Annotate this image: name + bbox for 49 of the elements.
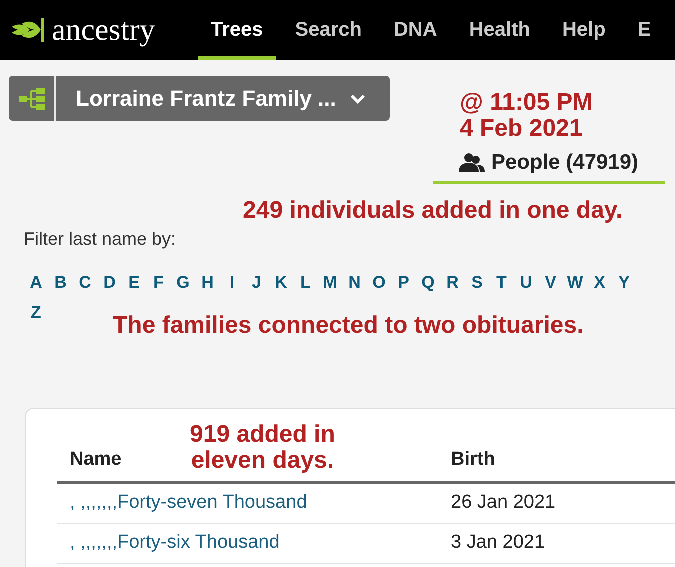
column-header[interactable]: Birth <box>451 449 496 470</box>
letter-link[interactable]: B <box>48 268 73 298</box>
nav-tab[interactable]: DNA <box>380 0 450 60</box>
tree-selector[interactable]: Lorraine Frantz Family ... <box>9 76 390 121</box>
letter-link[interactable]: W <box>563 268 588 298</box>
tree-icon <box>18 86 46 110</box>
letter-link[interactable]: G <box>171 268 196 298</box>
letter-link[interactable]: O <box>367 268 392 298</box>
filter-label: Filter last name by: <box>24 229 178 250</box>
nav-tab[interactable]: Help <box>549 0 619 60</box>
letter-link[interactable]: X <box>588 268 612 298</box>
annotation-text: 249 individuals added in one day. <box>243 198 623 224</box>
letter-link[interactable]: U <box>514 268 538 298</box>
letter-link[interactable]: Q <box>416 268 440 298</box>
annotation-text: 919 added in eleven days. <box>190 422 336 474</box>
letter-link[interactable]: D <box>98 268 122 298</box>
nav-tab[interactable]: Trees <box>198 0 276 60</box>
person-link[interactable]: , ,,,,,,,Forty-six Thousand <box>57 524 438 564</box>
letter-link[interactable]: E <box>122 268 146 298</box>
letter-link[interactable]: Z <box>24 298 48 328</box>
chevron-down-icon <box>350 92 366 104</box>
letter-link[interactable]: S <box>465 268 490 298</box>
people-tab[interactable]: People (47919) <box>433 149 665 184</box>
letter-link[interactable]: Y <box>612 268 636 298</box>
nav-tab[interactable]: Search <box>282 0 375 60</box>
letter-link[interactable]: L <box>294 268 318 298</box>
person-link[interactable]: , ,,,,,,,Forty-seven Thousand <box>57 482 438 524</box>
birth-cell: 26 Jan 2021 <box>438 482 675 524</box>
letter-link[interactable]: A <box>24 268 48 298</box>
column-header[interactable]: Name <box>70 449 122 470</box>
letter-link[interactable]: R <box>440 268 465 298</box>
letter-link[interactable]: M <box>318 268 342 298</box>
letter-link[interactable]: V <box>538 268 563 298</box>
logo-text[interactable]: ancestry <box>52 12 156 48</box>
letter-link[interactable]: J <box>244 268 269 298</box>
letter-link[interactable]: I <box>220 268 244 298</box>
annotation-text: The families connected to two obituaries. <box>113 313 584 339</box>
annotation-text: @ 11:05 PM 4 Feb 2021 <box>460 90 593 142</box>
nav-tab[interactable]: E <box>624 0 664 60</box>
letter-link[interactable]: K <box>269 268 294 298</box>
letter-link[interactable]: T <box>490 268 514 298</box>
people-icon <box>459 153 486 173</box>
letter-link[interactable]: F <box>146 268 171 298</box>
birth-cell: 3 Jan 2021 <box>438 524 675 564</box>
letter-link[interactable]: C <box>73 268 98 298</box>
letter-link[interactable]: H <box>196 268 220 298</box>
letter-link[interactable]: P <box>392 268 416 298</box>
nav-tab[interactable]: Health <box>456 0 544 60</box>
letter-link[interactable]: N <box>342 268 367 298</box>
